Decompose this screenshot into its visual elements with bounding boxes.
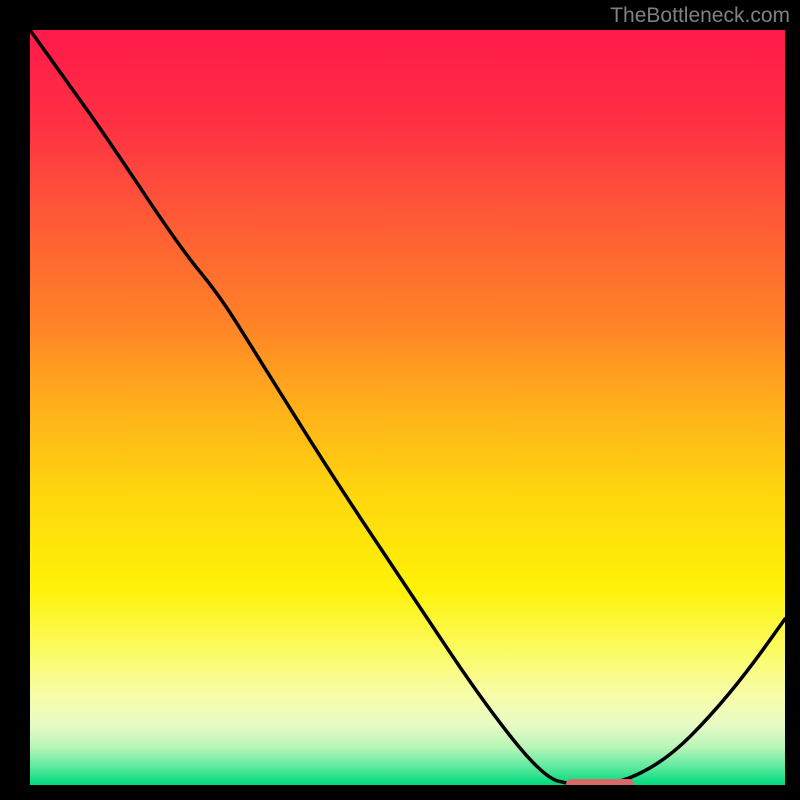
plot-area <box>30 30 785 785</box>
chart-container: TheBottleneck.com <box>0 0 800 800</box>
curve-line <box>30 30 785 785</box>
watermark-text: TheBottleneck.com <box>610 4 790 28</box>
highlight-marker <box>566 779 634 785</box>
